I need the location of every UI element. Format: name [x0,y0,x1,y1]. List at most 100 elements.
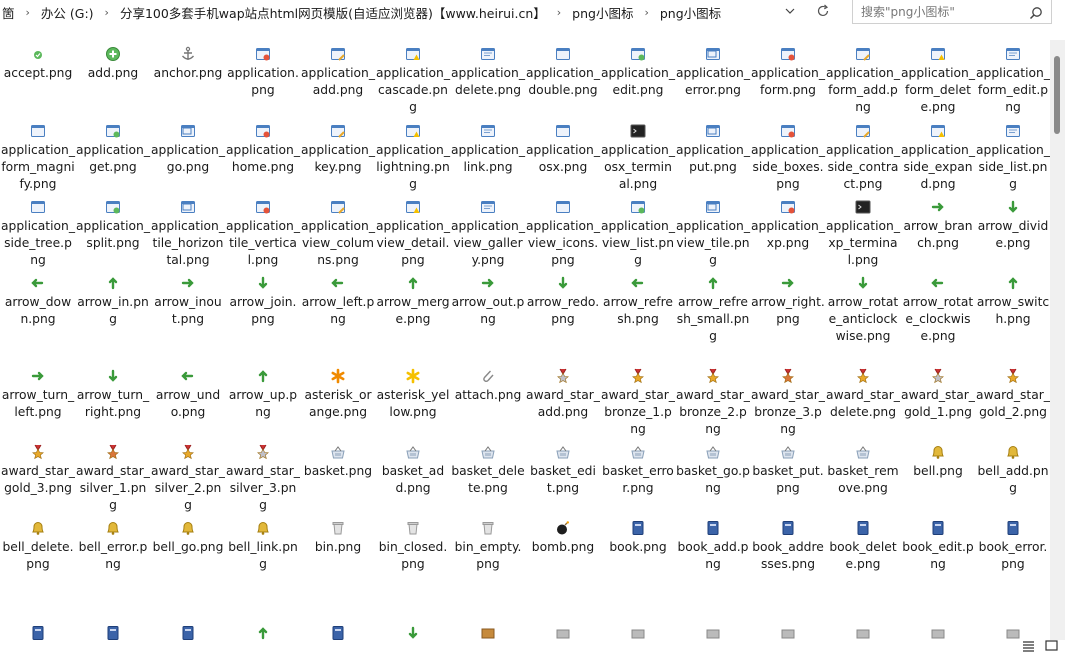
scrollbar-thumb[interactable] [1054,56,1060,134]
breadcrumb-item[interactable]: png小图标 [658,3,723,22]
file-item[interactable]: book_error.png [975,520,1050,573]
file-item[interactable]: arrow_undo.png [150,368,226,421]
file-item[interactable] [825,625,901,640]
file-item[interactable]: arrow_divide.png [975,199,1050,252]
file-item[interactable]: arrow_turn_left.png [0,368,76,421]
file-item[interactable]: application_view_list.png [600,199,676,269]
file-item[interactable]: application_view_icons.png [525,199,601,269]
file-item[interactable]: arrow_inout.png [150,275,226,328]
file-item[interactable]: arrow_down.png [0,275,76,328]
search-input[interactable] [861,4,1021,19]
file-item[interactable]: award_star_gold_1.png [900,368,976,421]
file-item[interactable]: award_star_gold_2.png [975,368,1050,421]
file-item[interactable]: basket_put.png [750,444,826,497]
file-item[interactable] [150,625,226,640]
file-item[interactable]: award_star_silver_2.png [150,444,226,514]
file-item[interactable]: basket_remove.png [825,444,901,497]
file-item[interactable]: application_form_add.png [825,46,901,116]
file-item[interactable]: application_lightning.png [375,123,451,193]
file-item[interactable]: application_cascade.png [375,46,451,116]
file-item[interactable]: basket.png [300,444,376,480]
file-item[interactable]: application_go.png [150,123,226,176]
file-item[interactable]: book_delete.png [825,520,901,573]
file-item[interactable]: application_side_expand.png [900,123,976,193]
file-item[interactable]: application_view_tile.png [675,199,751,269]
file-item[interactable]: bell_link.png [225,520,301,573]
file-item[interactable]: application_osx.png [525,123,601,176]
chevron-down-icon[interactable] [782,3,798,19]
file-item[interactable]: book.png [600,520,676,556]
file-item[interactable]: bin.png [300,520,376,556]
search-icon[interactable] [1029,5,1043,20]
file-item[interactable]: bell_delete.png [0,520,76,573]
file-item[interactable] [375,625,451,640]
file-item[interactable]: award_star_silver_1.png [75,444,151,514]
file-item[interactable]: application_double.png [525,46,601,99]
file-item[interactable]: application_side_boxes.png [750,123,826,193]
file-item[interactable]: application_put.png [675,123,751,176]
file-item[interactable]: application_xp_terminal.png [825,199,901,269]
file-item[interactable]: application_get.png [75,123,151,176]
file-item[interactable]: arrow_switch.png [975,275,1050,328]
file-item[interactable]: award_star_silver_3.png [225,444,301,514]
file-item[interactable]: basket_add.png [375,444,451,497]
file-item[interactable]: award_star_bronze_3.png [750,368,826,438]
file-item[interactable]: arrow_right.png [750,275,826,328]
file-item[interactable] [300,625,376,640]
file-item[interactable]: bell.png [900,444,976,480]
file-item[interactable]: arrow_rotate_anticlockwise.png [825,275,901,345]
file-item[interactable] [525,625,601,640]
file-item[interactable]: application_tile_vertical.png [225,199,301,269]
breadcrumb-item[interactable]: 办公 (G:) [39,3,96,22]
file-item[interactable]: application_edit.png [600,46,676,99]
file-item[interactable]: arrow_branch.png [900,199,976,252]
vertical-scrollbar[interactable] [1050,40,1065,640]
file-item[interactable]: arrow_in.png [75,275,151,328]
file-item[interactable]: award_star_add.png [525,368,601,421]
file-item[interactable]: application_osx_terminal.png [600,123,676,193]
file-item[interactable]: asterisk_yellow.png [375,368,451,421]
file-item[interactable]: bomb.png [525,520,601,556]
file-item[interactable]: application_form_edit.png [975,46,1050,116]
file-item[interactable]: asterisk_orange.png [300,368,376,421]
file-item[interactable]: arrow_rotate_clockwise.png [900,275,976,345]
file-item[interactable]: basket_error.png [600,444,676,497]
file-item[interactable]: application_view_detail.png [375,199,451,269]
file-item[interactable] [75,625,151,640]
file-item[interactable]: book_addresses.png [750,520,826,573]
file-item[interactable]: arrow_join.png [225,275,301,328]
file-item[interactable] [450,625,526,640]
file-item[interactable]: arrow_turn_right.png [75,368,151,421]
file-item[interactable] [225,625,301,640]
file-item[interactable]: application_side_list.png [975,123,1050,193]
file-item[interactable]: application_form_magnify.png [0,123,76,193]
breadcrumb-item[interactable]: 箇 [0,3,17,22]
file-item[interactable]: arrow_up.png [225,368,301,421]
file-item[interactable]: application.png [225,46,301,99]
file-item[interactable]: application_add.png [300,46,376,99]
breadcrumb-item[interactable]: png小图标 [570,3,635,22]
search-box[interactable] [852,0,1052,24]
file-item[interactable]: attach.png [450,368,526,404]
file-item[interactable]: application_form.png [750,46,826,99]
file-item[interactable] [675,625,751,640]
file-item[interactable]: arrow_refresh.png [600,275,676,328]
file-item[interactable]: bin_closed.png [375,520,451,573]
file-item[interactable]: add.png [75,46,151,82]
file-item[interactable]: award_star_delete.png [825,368,901,421]
file-item[interactable]: award_star_bronze_1.png [600,368,676,438]
file-item[interactable] [0,625,76,640]
file-item[interactable]: application_side_contract.png [825,123,901,193]
file-item[interactable]: application_view_columns.png [300,199,376,269]
file-item[interactable]: bell_error.png [75,520,151,573]
file-item[interactable]: application_link.png [450,123,526,176]
file-item[interactable]: arrow_refresh_small.png [675,275,751,345]
file-item[interactable]: basket_go.png [675,444,751,497]
file-item[interactable]: application_delete.png [450,46,526,99]
file-item[interactable] [900,625,976,640]
file-item[interactable] [750,625,826,640]
file-item[interactable]: application_side_tree.png [0,199,76,269]
file-item[interactable]: basket_edit.png [525,444,601,497]
file-item[interactable]: arrow_left.png [300,275,376,328]
file-item[interactable]: application_key.png [300,123,376,176]
